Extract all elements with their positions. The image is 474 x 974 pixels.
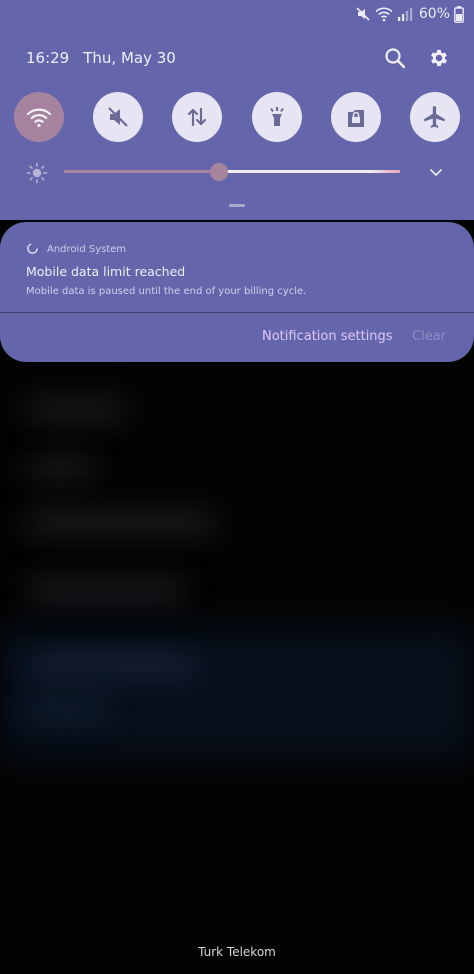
mute-icon	[106, 105, 130, 129]
lock-icon	[345, 105, 367, 129]
blurred-content	[26, 398, 126, 422]
panel-drag-handle[interactable]	[229, 204, 245, 207]
blurred-content	[0, 628, 474, 758]
status-bar: 60%	[355, 3, 464, 25]
tile-sound[interactable]	[93, 92, 144, 142]
clear-button[interactable]: Clear	[412, 329, 446, 344]
wifi-icon	[26, 106, 52, 128]
notification-title: Mobile data limit reached	[26, 264, 186, 279]
search-icon[interactable]	[384, 47, 406, 69]
notification-app-name: Android System	[47, 244, 127, 255]
signal-icon	[397, 6, 413, 22]
gear-icon[interactable]	[428, 47, 450, 69]
tile-secure-folder[interactable]	[330, 92, 381, 142]
brightness-control	[26, 160, 450, 184]
airplane-icon	[422, 104, 448, 130]
notification-body: Mobile data is paused until the end of y…	[26, 286, 307, 297]
sun-icon	[26, 162, 48, 188]
notification-settings-button[interactable]: Notification settings	[262, 329, 393, 344]
wifi-icon	[375, 6, 393, 22]
quick-tiles	[14, 92, 460, 142]
notification-card[interactable]: Android System Mobile data limit reached…	[0, 222, 474, 362]
tile-wifi[interactable]	[14, 92, 64, 142]
brightness-slider[interactable]	[64, 170, 400, 173]
clock: 16:29	[26, 49, 70, 67]
android-system-icon	[26, 240, 39, 259]
carrier-label: Turk Telekom	[198, 945, 276, 959]
blurred-content	[26, 578, 186, 604]
tile-airplane-mode[interactable]	[409, 92, 460, 142]
date[interactable]: Thu, May 30	[83, 49, 176, 67]
divider	[0, 312, 474, 313]
blurred-content	[26, 458, 96, 480]
brightness-slider-end	[370, 170, 400, 173]
tile-mobile-data[interactable]	[172, 92, 223, 142]
blurred-content	[28, 700, 108, 718]
blurred-content	[28, 655, 198, 677]
header-actions	[384, 47, 450, 69]
battery-icon	[454, 5, 464, 23]
blurred-content	[26, 510, 216, 536]
flashlight-icon	[265, 105, 289, 129]
brightness-slider-fill	[64, 170, 219, 173]
tile-flashlight[interactable]	[251, 92, 302, 142]
battery-percent: 60%	[418, 6, 450, 22]
mute-icon	[355, 6, 371, 22]
notification-header: Android System	[26, 240, 126, 259]
quick-panel: 60% 16:29 Thu, May 30	[0, 0, 474, 220]
data-arrows-icon	[185, 105, 209, 129]
chevron-down-icon[interactable]	[428, 164, 444, 184]
header-row: 16:29 Thu, May 30	[26, 46, 450, 70]
brightness-slider-thumb[interactable]	[209, 163, 228, 181]
